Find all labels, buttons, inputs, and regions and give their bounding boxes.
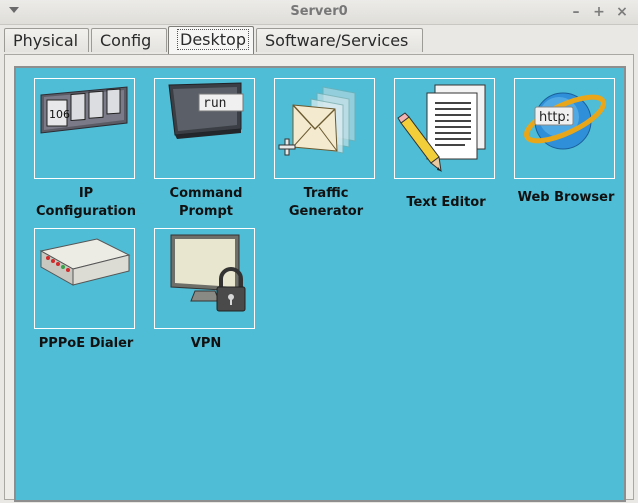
app-label-line: IP: [78, 186, 94, 201]
tab-software-services[interactable]: Software/Services: [256, 28, 423, 52]
desktop-tab-panel: 106 IP Configuration run Command Prompt …: [4, 54, 634, 502]
app-label-line: Prompt: [179, 204, 233, 219]
close-button[interactable]: ×: [613, 2, 631, 22]
traffic-generator-tile[interactable]: [274, 78, 375, 179]
tab-label: Software/Services: [265, 31, 409, 50]
text-editor-icon: [397, 84, 486, 173]
minimize-button[interactable]: –: [567, 2, 585, 22]
app-label: Command Prompt: [136, 185, 276, 221]
vpn-icon: [170, 234, 246, 312]
maximize-button[interactable]: +: [590, 2, 608, 22]
title-bar: Server0 – + ×: [0, 0, 638, 25]
app-label-line: Text Editor: [406, 195, 486, 210]
ip-configuration-icon: 106: [40, 86, 128, 134]
app-label-line: Generator: [288, 204, 364, 219]
web-browser-icon: http:: [523, 92, 607, 150]
app-label-line: Traffic: [303, 186, 349, 201]
app-label-line: Command: [169, 186, 243, 201]
tab-config[interactable]: Config: [91, 28, 167, 52]
app-label: Traffic Generator: [256, 185, 396, 221]
tab-label: Desktop: [177, 29, 249, 50]
app-label: VPN: [136, 335, 276, 353]
tab-label: Physical: [13, 31, 79, 50]
tab-label: Config: [100, 31, 152, 50]
app-label: Web Browser: [496, 189, 636, 207]
pppoe-dialer-tile[interactable]: [34, 228, 135, 329]
app-label-line: PPPoE Dialer: [38, 336, 134, 351]
tab-physical[interactable]: Physical: [4, 28, 89, 52]
text-editor-tile[interactable]: [394, 78, 495, 179]
app-label: PPPoE Dialer: [16, 335, 156, 353]
tab-desktop[interactable]: Desktop: [168, 26, 254, 54]
pppoe-dialer-icon: [39, 238, 131, 286]
ip-icon-text: 106: [49, 108, 70, 121]
app-label-line: Configuration: [36, 204, 136, 219]
cmd-icon-text: run: [203, 96, 226, 111]
web-browser-tile[interactable]: http:: [514, 78, 615, 179]
app-label-line: VPN: [190, 336, 222, 351]
vpn-tile[interactable]: [154, 228, 255, 329]
ip-configuration-tile[interactable]: 106: [34, 78, 135, 179]
desktop-area: 106 IP Configuration run Command Prompt …: [14, 66, 626, 502]
command-prompt-tile[interactable]: run: [154, 78, 255, 179]
app-label: IP Configuration: [16, 185, 156, 221]
browser-icon-text: http:: [539, 110, 570, 125]
traffic-generator-icon: [278, 86, 356, 156]
app-label-line: Web Browser: [517, 190, 615, 205]
window-title: Server0: [290, 4, 348, 19]
command-prompt-icon: run: [168, 82, 244, 139]
app-label: Text Editor: [376, 194, 516, 212]
